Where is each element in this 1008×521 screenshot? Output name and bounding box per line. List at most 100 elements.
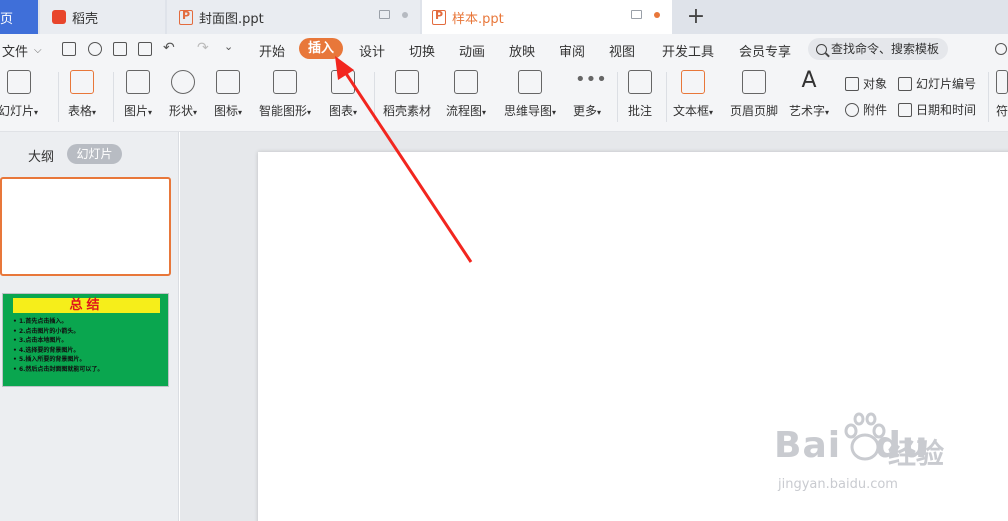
menu-transition[interactable]: 切换 [409, 41, 435, 60]
material-icon [395, 70, 419, 94]
ribbon-separator [988, 72, 989, 122]
chart-label: 图表▾ [329, 104, 358, 118]
comment-button[interactable]: 批注 [628, 70, 652, 119]
textbox-icon [681, 70, 706, 94]
save-icon[interactable] [62, 42, 76, 56]
thumbnail-line: • 5.插入所要的背景图片。 [13, 356, 86, 363]
shape-button[interactable]: 形状▾ [169, 70, 197, 119]
unsaved-dot-icon[interactable] [654, 11, 660, 18]
textbox-button[interactable]: 文本框▾ [673, 70, 713, 119]
more-label: 更多▾ [573, 104, 602, 118]
tab-daoke-label: 稻壳 [72, 11, 99, 27]
mindmap-icon [518, 70, 543, 94]
menu-slideshow[interactable]: 放映 [509, 41, 535, 60]
thumbnail-line: • 1.首先点击插入。 [13, 318, 68, 325]
picture-label: 图片▾ [124, 104, 153, 118]
new-slide-button[interactable]: 新幻灯片▾ [0, 70, 38, 119]
wordart-label: 艺术字▾ [789, 104, 830, 118]
chart-button[interactable]: 图表▾ [329, 70, 357, 119]
outline-tab[interactable]: 大纲 [28, 146, 54, 165]
chart-icon [331, 70, 356, 94]
ribbon-separator [374, 72, 375, 122]
slide-thumbnail-1[interactable] [0, 177, 171, 276]
menu-start[interactable]: 开始 [259, 41, 285, 60]
symbol-label: 符 [996, 104, 1008, 118]
wordart-button[interactable]: A 艺术字▾ [789, 70, 829, 119]
slide-panel: 大纲 幻灯片 总结 • 1.首先点击插入。 • 2.点击图片的小箭头。 • 3.… [0, 132, 179, 521]
daoke-material-label: 稻壳素材 [383, 104, 432, 118]
table-button[interactable]: 表格▾ [68, 70, 96, 119]
menu-insert[interactable]: 插入 [299, 38, 343, 59]
undo-icon[interactable]: ↶ [163, 40, 175, 56]
smartart-button[interactable]: 智能图形▾ [259, 70, 311, 119]
share-icon[interactable] [995, 43, 1007, 55]
shape-label: 形状▾ [169, 104, 198, 118]
table-icon [70, 70, 95, 94]
wordart-icon: A [801, 68, 817, 93]
menu-member[interactable]: 会员专享 [739, 41, 791, 60]
header-footer-button[interactable]: 页眉页脚 [730, 70, 778, 119]
file-menu[interactable]: 文件 ⌵ [2, 41, 42, 60]
more-button[interactable]: ••• 更多▾ [573, 70, 607, 119]
comment-label: 批注 [628, 104, 653, 118]
ribbon-separator [113, 72, 114, 122]
menu-design[interactable]: 设计 [359, 41, 385, 60]
thumbnail-bullets: • 1.首先点击插入。 • 2.点击图片的小箭头。 • 3.点击本地图片。 • … [13, 317, 103, 374]
tab-home[interactable]: 页 [0, 0, 38, 34]
textbox-label: 文本框▾ [673, 104, 714, 118]
tab-sample-ppt[interactable]: 样本.ppt [422, 0, 672, 34]
slide-number-button[interactable]: 幻灯片编号 [898, 75, 976, 92]
calendar-icon [898, 102, 912, 117]
symbol-icon [996, 70, 1008, 94]
tab-sample-label: 样本.ppt [452, 11, 504, 27]
more-quick-icon[interactable]: ⌄ [224, 40, 233, 53]
icon-label: 图标▾ [214, 104, 243, 118]
screen-icon[interactable] [631, 10, 642, 19]
picture-button[interactable]: 图片▾ [124, 70, 152, 119]
ppt-file-icon [432, 9, 446, 25]
baidu-jingyan-watermark: Bai du 经验 jingyan.baidu.com [770, 405, 960, 500]
ribbon-separator [58, 72, 59, 122]
symbol-button[interactable]: 符 [996, 70, 1008, 119]
format-painter-icon[interactable] [88, 42, 102, 56]
daoke-logo-icon [52, 10, 66, 24]
date-time-button[interactable]: 日期和时间 [898, 101, 976, 118]
tab-cover-ppt[interactable]: 封面图.ppt [167, 0, 420, 34]
paperclip-icon [845, 102, 859, 117]
command-search[interactable]: 查找命令、搜索模板 [808, 38, 948, 60]
flowchart-button[interactable]: 流程图▾ [446, 70, 486, 119]
object-button[interactable]: 对象 [845, 75, 887, 92]
menu-animation[interactable]: 动画 [459, 41, 485, 60]
tab-daoke[interactable]: 稻壳 [40, 0, 165, 34]
slides-tab[interactable]: 幻灯片 [67, 144, 122, 164]
new-tab-button[interactable]: + [684, 4, 708, 29]
header-footer-icon [742, 70, 766, 94]
menu-view[interactable]: 视图 [609, 41, 635, 60]
redo-icon[interactable]: ↷ [197, 40, 209, 56]
thumbnail-line: • 2.点击图片的小箭头。 [13, 327, 80, 335]
screen-icon[interactable] [379, 10, 390, 19]
picture-icon [126, 70, 151, 94]
watermark-url: jingyan.baidu.com [778, 477, 898, 492]
thumbnail-line: • 4.选择要的背景图片。 [13, 346, 80, 354]
tab-close-dot-icon[interactable] [402, 11, 408, 18]
slide-thumbnail-2[interactable]: 总结 • 1.首先点击插入。 • 2.点击图片的小箭头。 • 3.点击本地图片。… [2, 293, 169, 387]
new-slide-label: 新幻灯片▾ [0, 104, 39, 118]
smartart-label: 智能图形▾ [259, 104, 312, 118]
object-label: 对象 [863, 77, 888, 91]
print-icon[interactable] [113, 42, 127, 56]
icon-button[interactable]: 图标▾ [214, 70, 242, 119]
mindmap-button[interactable]: 思维导图▾ [504, 70, 556, 119]
attachment-button[interactable]: 附件 [845, 101, 887, 118]
print-preview-icon[interactable] [138, 42, 152, 56]
menu-bar: 文件 ⌵ ↶ ↷ ⌄ 开始 插入 设计 切换 动画 放映 审阅 视图 开发工具 … [0, 34, 1008, 64]
icon-library-icon [216, 70, 241, 94]
menu-developer[interactable]: 开发工具 [662, 41, 714, 60]
thumbnail-title: 总结 [13, 298, 160, 313]
shape-icon [171, 70, 196, 94]
flowchart-label: 流程图▾ [446, 104, 487, 118]
menu-review[interactable]: 审阅 [559, 41, 585, 60]
daoke-material-button[interactable]: 稻壳素材 [383, 70, 431, 119]
comment-icon [628, 70, 652, 94]
date-time-label: 日期和时间 [916, 103, 977, 117]
